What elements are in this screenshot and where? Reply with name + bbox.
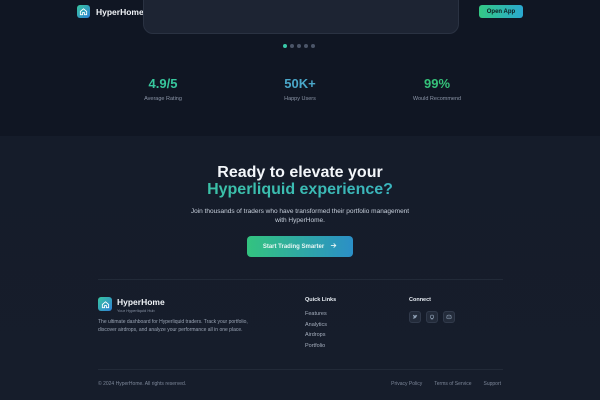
twitter-icon[interactable] bbox=[409, 311, 421, 323]
home-icon bbox=[98, 297, 112, 311]
footer-description: The ultimate dashboard for Hyperliquid t… bbox=[98, 319, 248, 333]
stat-label: Happy Users bbox=[284, 96, 316, 102]
carousel-dot[interactable] bbox=[311, 44, 315, 48]
carousel-dot[interactable] bbox=[283, 44, 287, 48]
brand-logo[interactable]: HyperHome bbox=[77, 5, 144, 18]
footer-link-analytics[interactable]: Analytics bbox=[305, 322, 327, 329]
carousel-dots bbox=[283, 44, 315, 48]
privacy-policy-link[interactable]: Privacy Policy bbox=[391, 381, 422, 387]
connect-title: Connect bbox=[409, 297, 431, 303]
divider bbox=[98, 369, 503, 370]
carousel-slide bbox=[143, 0, 459, 34]
carousel-dot[interactable] bbox=[304, 44, 308, 48]
stat-value: 4.9/5 bbox=[148, 76, 178, 91]
footer-brand-name: HyperHome bbox=[117, 297, 165, 307]
carousel-dot[interactable] bbox=[290, 44, 294, 48]
footer-link-airdrops[interactable]: Airdrops bbox=[305, 332, 327, 339]
start-trading-button[interactable]: Start Trading Smarter bbox=[247, 236, 353, 257]
stat-label: Average Rating bbox=[144, 96, 182, 102]
carousel-dot[interactable] bbox=[297, 44, 301, 48]
social-links bbox=[409, 311, 455, 323]
support-link[interactable]: Support bbox=[483, 381, 501, 387]
arrow-right-icon bbox=[330, 242, 337, 251]
brand-name: HyperHome bbox=[96, 6, 144, 17]
quick-links-title: Quick Links bbox=[305, 297, 337, 303]
stat-would-recommend: 99% Would Recommend bbox=[377, 76, 497, 102]
footer-link-features[interactable]: Features bbox=[305, 311, 327, 318]
github-icon[interactable] bbox=[426, 311, 438, 323]
open-app-button[interactable]: Open App bbox=[479, 5, 523, 18]
footer-link-portfolio[interactable]: Portfolio bbox=[305, 343, 327, 350]
cta-subtitle: Join thousands of traders who have trans… bbox=[190, 208, 410, 224]
terms-of-service-link[interactable]: Terms of Service bbox=[434, 381, 471, 387]
legal-links: Privacy Policy Terms of Service Support bbox=[391, 381, 501, 387]
stat-value: 50K+ bbox=[284, 76, 316, 91]
discord-icon[interactable] bbox=[443, 311, 455, 323]
cta-heading-highlight: Hyperliquid experience? bbox=[0, 180, 600, 199]
stat-label: Would Recommend bbox=[412, 96, 462, 102]
quick-links-list: Features Analytics Airdrops Portfolio bbox=[305, 311, 327, 349]
stat-average-rating: 4.9/5 Average Rating bbox=[103, 76, 223, 102]
stat-happy-users: 50K+ Happy Users bbox=[240, 76, 360, 102]
stat-value: 99% bbox=[423, 76, 451, 91]
copyright-text: © 2024 HyperHome. All rights reserved. bbox=[98, 381, 187, 387]
footer-tagline: Your Hyperliquid Hub bbox=[117, 308, 155, 313]
cta-button-label: Start Trading Smarter bbox=[262, 243, 325, 250]
home-icon bbox=[77, 5, 90, 18]
divider bbox=[98, 279, 503, 280]
